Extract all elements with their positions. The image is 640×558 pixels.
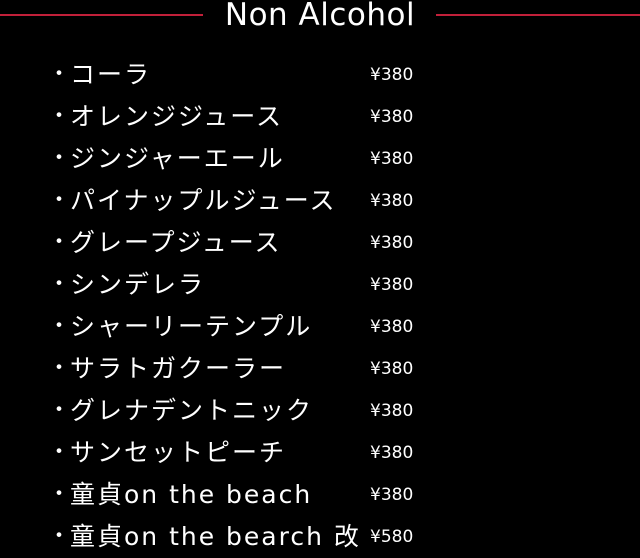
menu-item: ・グレープジュース ¥380 — [0, 222, 640, 264]
menu-item: ・グレナデントニック ¥380 — [0, 390, 640, 432]
menu-item-name: シャーリーテンプル — [70, 312, 313, 341]
bullet-mark: ・ — [48, 62, 71, 87]
menu-item-price: ¥380 — [370, 317, 414, 337]
menu-item: ・サンセットピーチ ¥380 — [0, 432, 640, 474]
bullet-mark: ・ — [48, 524, 71, 549]
menu-item-price: ¥380 — [370, 191, 414, 211]
menu-item: ・オレンジジュース ¥380 — [0, 96, 640, 138]
bullet-mark: ・ — [48, 230, 71, 255]
menu-item-name: パイナップルジュース — [70, 186, 337, 215]
header-rule-right — [436, 14, 640, 16]
menu-item: ・コーラ ¥380 — [0, 54, 640, 96]
menu-item-price: ¥380 — [370, 149, 414, 169]
bullet-mark: ・ — [48, 356, 71, 381]
menu-item-name: グレープジュース — [70, 228, 282, 257]
bullet-mark: ・ — [48, 188, 71, 213]
menu-item-name: ジンジャーエール — [70, 144, 285, 173]
menu-item: ・童貞on the bearch 改 ¥580 — [0, 516, 640, 558]
menu-item-name: サンセットピーチ — [70, 438, 287, 467]
menu-item-name: シンデレラ — [70, 270, 206, 299]
menu-item-price: ¥380 — [370, 107, 414, 127]
bullet-mark: ・ — [48, 272, 71, 297]
menu-item-price: ¥580 — [370, 527, 414, 547]
bullet-mark: ・ — [48, 440, 71, 465]
header-rule-left — [0, 14, 203, 16]
page-title: Non Alcohol — [224, 0, 416, 33]
menu-item-name: コーラ — [70, 60, 152, 89]
menu-item: ・シャーリーテンプル ¥380 — [0, 306, 640, 348]
menu-item: ・ジンジャーエール ¥380 — [0, 138, 640, 180]
menu-item-name: 童貞on the bearch 改 — [70, 522, 361, 551]
menu-item: ・童貞on the beach ¥380 — [0, 474, 640, 516]
menu-item: ・パイナップルジュース ¥380 — [0, 180, 640, 222]
bullet-mark: ・ — [48, 482, 71, 507]
menu-item-price: ¥380 — [370, 401, 414, 421]
menu-item-name: オレンジジュース — [70, 102, 284, 131]
menu-item: ・サラトガクーラー ¥380 — [0, 348, 640, 390]
bullet-mark: ・ — [48, 104, 71, 129]
menu-item-price: ¥380 — [370, 233, 414, 253]
menu-item-name: 童貞on the beach — [70, 480, 313, 509]
menu-item-price: ¥380 — [370, 485, 414, 505]
menu-item-price: ¥380 — [370, 65, 414, 85]
menu-item: ・シンデレラ ¥380 — [0, 264, 640, 306]
menu-item-name: グレナデントニック — [70, 396, 314, 425]
drink-menu-list: ・コーラ ¥380 ・オレンジジュース ¥380 ・ジンジャーエール ¥380 ・パイナップ… — [0, 54, 640, 558]
menu-item-price: ¥380 — [370, 359, 414, 379]
bullet-mark: ・ — [48, 146, 71, 171]
menu-item-price: ¥380 — [370, 275, 414, 295]
bullet-mark: ・ — [48, 314, 71, 339]
menu-item-name: サラトガクーラー — [70, 354, 287, 383]
menu-item-price: ¥380 — [370, 443, 414, 463]
bullet-mark: ・ — [48, 398, 71, 423]
